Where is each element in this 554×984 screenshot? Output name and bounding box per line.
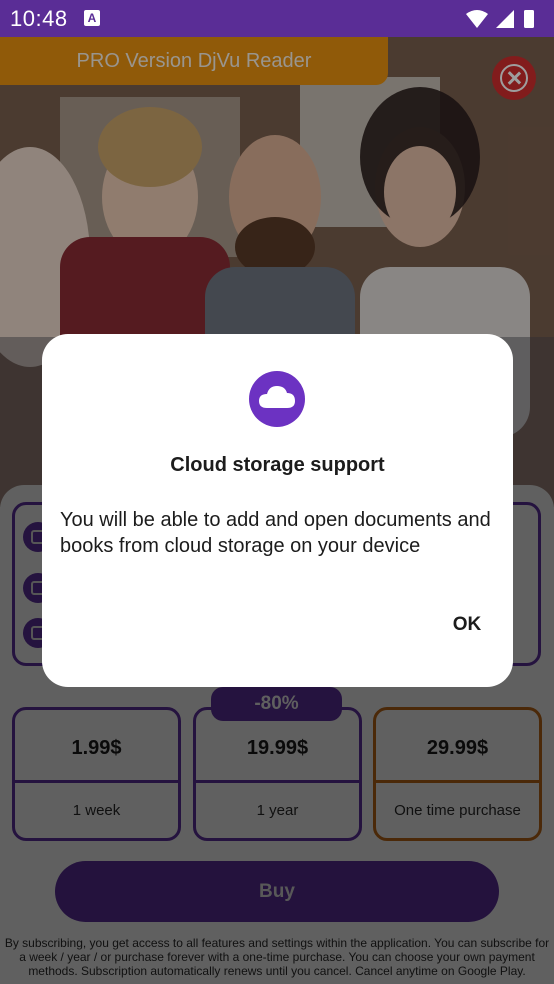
status-time: 10:48 (10, 6, 68, 31)
ok-button[interactable]: OK (442, 610, 492, 640)
system-status-icons (466, 10, 534, 28)
feature-dialog: Cloud storage support You will be able t… (42, 334, 513, 687)
status-bar: 10:48 A (0, 0, 554, 37)
dialog-body: You will be able to add and open documen… (60, 509, 491, 557)
battery-icon (524, 10, 534, 28)
cloud-icon (249, 371, 305, 427)
wifi-icon (466, 10, 488, 28)
dialog-title: Cloud storage support (170, 454, 385, 476)
signal-icon (496, 10, 514, 28)
a-icon: A (84, 10, 100, 26)
